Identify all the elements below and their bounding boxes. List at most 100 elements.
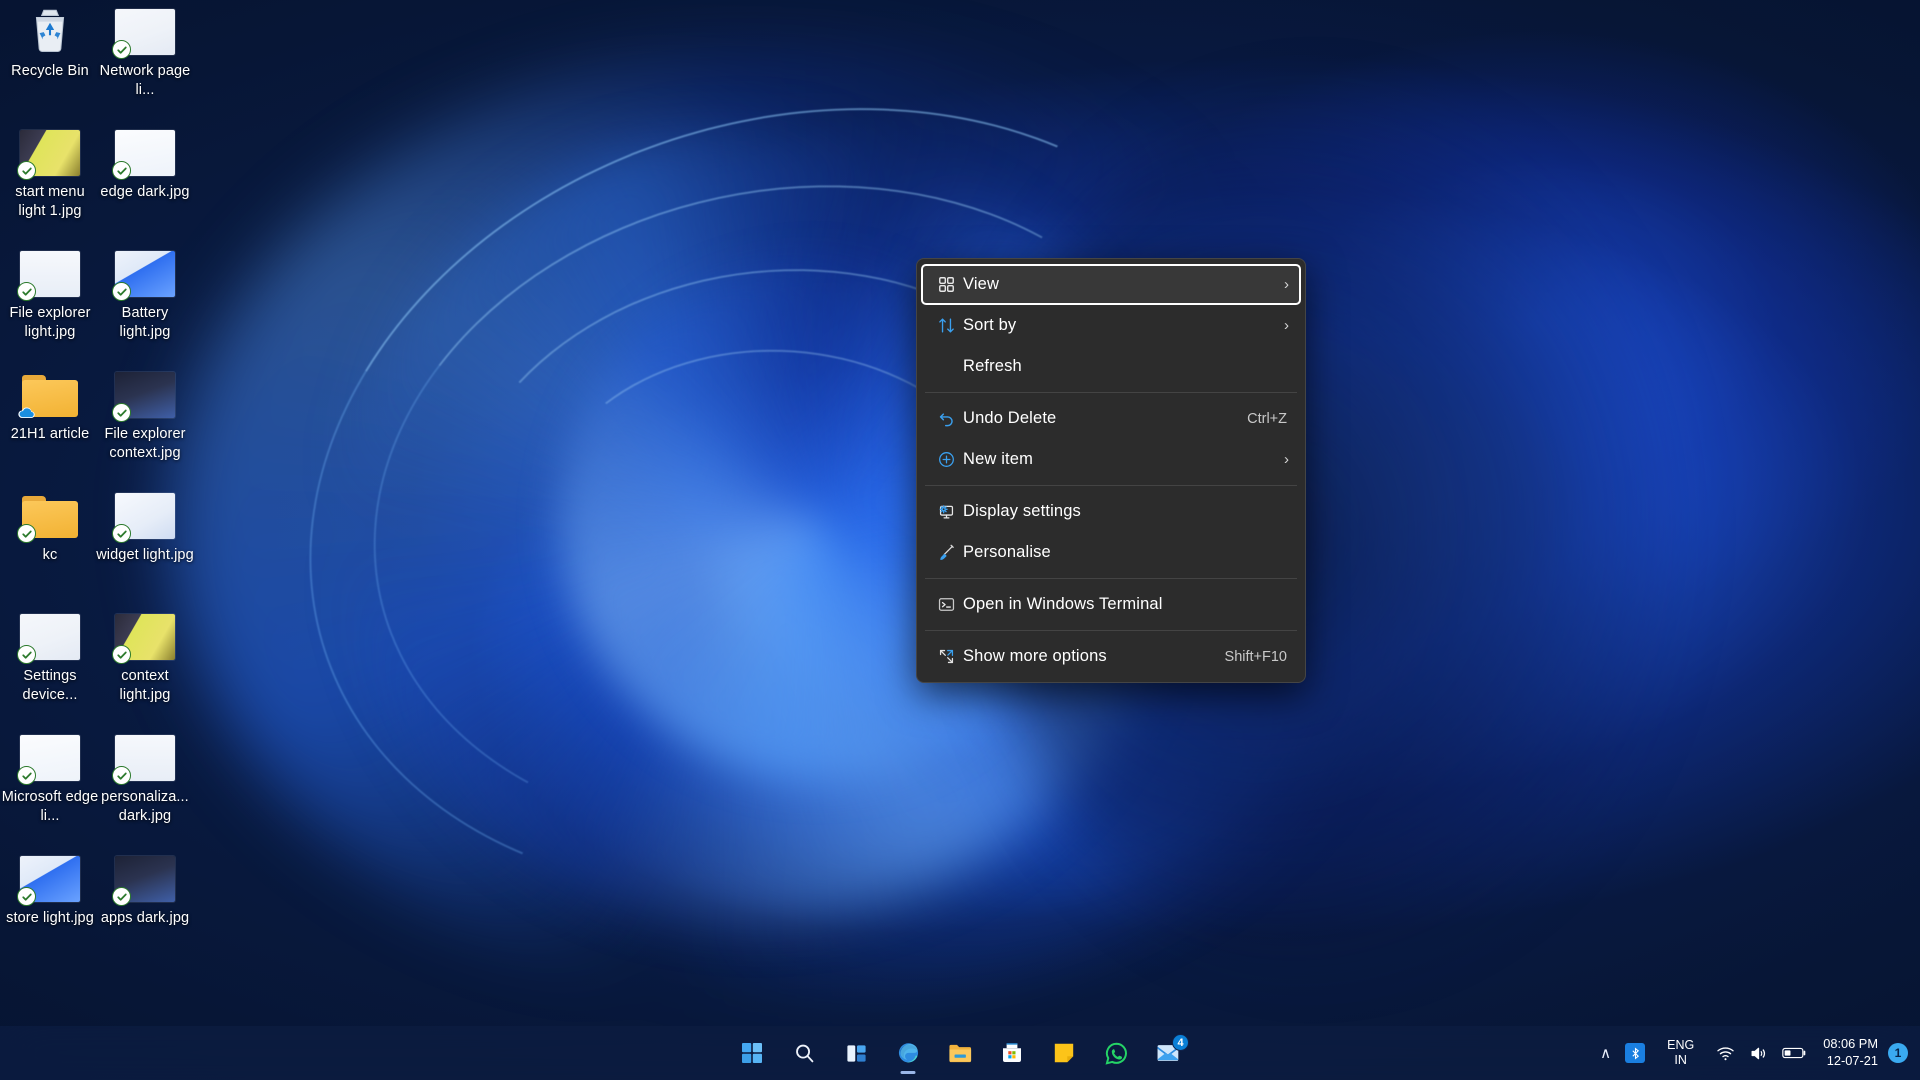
desktop-icon-label: personaliza... dark.jpg	[95, 788, 195, 825]
image-thumbnail	[114, 250, 176, 298]
desktop-icon-label: 21H1 article	[0, 425, 100, 444]
onedrive-cloud-icon	[17, 406, 37, 420]
desktop-icon-label: Microsoft edge li...	[0, 788, 100, 825]
context-menu-item-refresh[interactable]: Refresh	[921, 346, 1301, 387]
monitor-gear-icon	[929, 502, 963, 521]
edge-dev-button[interactable]	[886, 1032, 930, 1074]
desktop-icon[interactable]: store light.jpg	[0, 855, 100, 928]
folder-icon	[19, 371, 81, 419]
onedrive-sync-check-icon	[17, 645, 36, 664]
context-menu-item-new-item[interactable]: New item›	[921, 439, 1301, 480]
bluetooth-icon[interactable]	[1625, 1043, 1645, 1063]
undo-icon	[929, 409, 963, 428]
recycle-bin-icon	[19, 8, 81, 56]
desktop-icon[interactable]: apps dark.jpg	[95, 855, 195, 928]
clock[interactable]: 08:06 PM 12-07-21	[1817, 1036, 1888, 1069]
desktop-icon[interactable]: File explorer light.jpg	[0, 250, 100, 341]
image-thumbnail	[114, 613, 176, 661]
context-menu-item-display-settings[interactable]: Display settings	[921, 491, 1301, 532]
battery-icon[interactable]	[1782, 1046, 1807, 1060]
onedrive-sync-check-icon	[17, 524, 36, 543]
desktop-icon[interactable]: Microsoft edge li...	[0, 734, 100, 825]
desktop-icon[interactable]: Settings device...	[0, 613, 100, 704]
image-thumbnail	[19, 855, 81, 903]
desktop-icon[interactable]: Network page li...	[95, 8, 195, 99]
recycle-bin-icon	[25, 5, 75, 60]
context-menu-item-sort-by[interactable]: Sort by›	[921, 305, 1301, 346]
image-thumbnail	[114, 8, 176, 56]
context-menu-item-label: Sort by	[963, 316, 1273, 335]
onedrive-sync-check-icon	[17, 161, 36, 180]
expand-arrow-icon	[929, 647, 963, 666]
desktop-icon[interactable]: kc	[0, 492, 100, 565]
taskbar-count-badge: 4	[1172, 1034, 1189, 1051]
search-button[interactable]	[782, 1032, 826, 1074]
file-explorer-button[interactable]	[938, 1032, 982, 1074]
taskbar[interactable]: 4 ∧ ENG IN	[0, 1026, 1920, 1080]
plus-circle-icon	[929, 450, 963, 469]
system-tray[interactable]: ∧ ENG IN	[1590, 1026, 1912, 1080]
context-menu-item-label: Open in Windows Terminal	[963, 595, 1289, 614]
language-indicator[interactable]: ENG IN	[1659, 1038, 1702, 1068]
desktop-icon[interactable]: personaliza... dark.jpg	[95, 734, 195, 825]
desktop-icon-label: Battery light.jpg	[95, 304, 195, 341]
desktop-icon[interactable]: edge dark.jpg	[95, 129, 195, 202]
chevron-right-icon: ›	[1273, 276, 1289, 293]
onedrive-sync-check-icon	[112, 282, 131, 301]
sticky-notes-button[interactable]	[1042, 1032, 1086, 1074]
context-menu-item-personalise[interactable]: Personalise	[921, 532, 1301, 573]
context-menu-item-label: Display settings	[963, 502, 1289, 521]
context-menu-item-shortcut: Ctrl+Z	[1247, 411, 1289, 427]
microsoft-store-button[interactable]	[990, 1032, 1034, 1074]
volume-icon[interactable]	[1749, 1044, 1768, 1063]
context-menu-separator	[925, 578, 1297, 579]
desktop-icon-label: Settings device...	[0, 667, 100, 704]
onedrive-sync-check-icon	[112, 403, 131, 422]
image-thumbnail	[114, 855, 176, 903]
desktop-icon-label: File explorer light.jpg	[0, 304, 100, 341]
context-menu-item-view[interactable]: View›	[921, 264, 1301, 305]
desktop-icon[interactable]: context light.jpg	[95, 613, 195, 704]
context-menu-separator	[925, 485, 1297, 486]
context-menu-item-shortcut: Shift+F10	[1225, 649, 1289, 665]
image-thumbnail	[114, 129, 176, 177]
desktop-icon-label: edge dark.jpg	[95, 183, 195, 202]
folder-icon	[19, 492, 81, 540]
context-menu-item-open-in-windows-terminal[interactable]: Open in Windows Terminal	[921, 584, 1301, 625]
onedrive-sync-check-icon	[17, 887, 36, 906]
notification-badge[interactable]: 1	[1888, 1043, 1908, 1063]
desktop-context-menu[interactable]: View›Sort by›RefreshUndo DeleteCtrl+ZNew…	[916, 258, 1306, 683]
desktop-icon-label: apps dark.jpg	[95, 909, 195, 928]
image-thumbnail	[19, 250, 81, 298]
language-line-2: IN	[1667, 1053, 1694, 1068]
tray-icons-group: ∧ ENG IN	[1590, 1032, 1817, 1074]
desktop-icon-label: kc	[0, 546, 100, 565]
desktop-icon-label: store light.jpg	[0, 909, 100, 928]
context-menu-item-label: View	[963, 275, 1273, 294]
clock-time: 08:06 PM	[1823, 1036, 1878, 1053]
desktop-icon-label: context light.jpg	[95, 667, 195, 704]
desktop-icon[interactable]: 21H1 article	[0, 371, 100, 444]
desktop-icon[interactable]: Battery light.jpg	[95, 250, 195, 341]
wifi-icon[interactable]	[1716, 1044, 1735, 1063]
desktop-icon[interactable]: start menu light 1.jpg	[0, 129, 100, 220]
widgets-button[interactable]	[834, 1032, 878, 1074]
context-menu-item-label: Undo Delete	[963, 409, 1247, 428]
start-button[interactable]	[730, 1032, 774, 1074]
whatsapp-button[interactable]	[1094, 1032, 1138, 1074]
image-thumbnail	[114, 492, 176, 540]
desktop-icon[interactable]: File explorer context.jpg	[95, 371, 195, 462]
context-menu-item-show-more-options[interactable]: Show more optionsShift+F10	[921, 636, 1301, 677]
desktop-icon[interactable]: widget light.jpg	[95, 492, 195, 565]
desktop-icon-label: start menu light 1.jpg	[0, 183, 100, 220]
onedrive-sync-check-icon	[112, 524, 131, 543]
context-menu-item-undo-delete[interactable]: Undo DeleteCtrl+Z	[921, 398, 1301, 439]
mail-button[interactable]: 4	[1146, 1032, 1190, 1074]
desktop-icon[interactable]: Recycle Bin	[0, 8, 100, 81]
onedrive-sync-check-icon	[112, 887, 131, 906]
image-thumbnail	[19, 129, 81, 177]
desktop-icon-label: widget light.jpg	[95, 546, 195, 565]
image-thumbnail	[19, 734, 81, 782]
context-menu-separator	[925, 392, 1297, 393]
chevron-up-icon[interactable]: ∧	[1600, 1044, 1611, 1062]
